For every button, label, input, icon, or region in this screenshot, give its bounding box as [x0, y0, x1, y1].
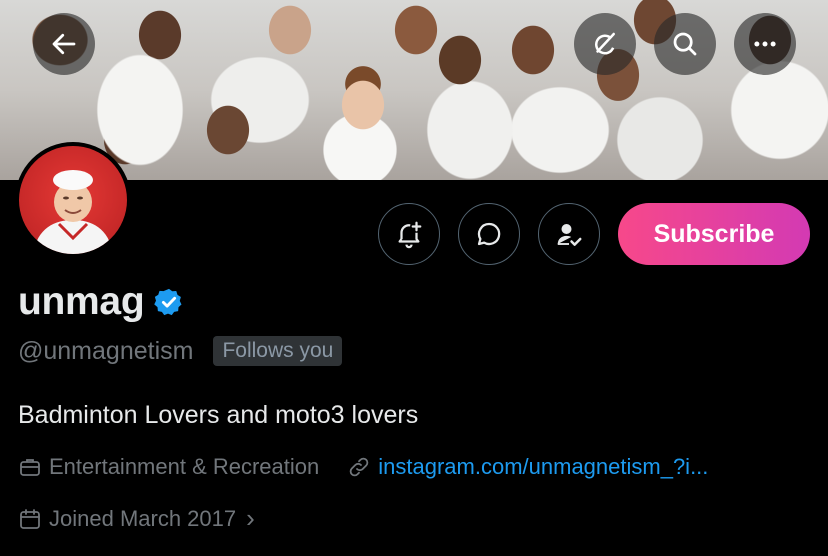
profile-handle: @unmagnetism — [18, 336, 194, 365]
subscribe-label: Subscribe — [653, 219, 775, 248]
handle-row: @unmagnetism Follows you — [18, 336, 343, 366]
back-button[interactable] — [33, 13, 95, 75]
message-button[interactable] — [458, 203, 520, 265]
following-button[interactable] — [538, 203, 600, 265]
message-bubble-icon — [477, 222, 501, 246]
profile-bio: Badminton Lovers and moto3 lovers — [18, 401, 419, 429]
briefcase-icon — [20, 459, 40, 476]
calendar-icon — [20, 508, 40, 529]
profile-meta-row: Entertainment & Recreation instagram.com… — [18, 454, 708, 480]
avatar-image — [19, 146, 127, 254]
grok-icon — [595, 32, 615, 55]
profile-link[interactable]: instagram.com/unmagnetism_?i... — [378, 454, 708, 480]
joined-row[interactable]: Joined March 2017 › — [18, 503, 255, 534]
category-item: Entertainment & Recreation — [18, 454, 319, 480]
search-button[interactable] — [654, 13, 716, 75]
more-icon — [754, 41, 776, 47]
follows-you-badge: Follows you — [213, 336, 343, 366]
chevron-right-icon: › — [246, 503, 255, 533]
link-item[interactable]: instagram.com/unmagnetism_?i... — [347, 454, 708, 480]
profile-category: Entertainment & Recreation — [49, 454, 320, 479]
search-icon — [673, 32, 697, 56]
link-icon — [350, 457, 369, 477]
joined-date: Joined March 2017 — [49, 505, 237, 531]
verified-badge-icon[interactable] — [154, 287, 184, 317]
person-check-icon — [557, 224, 582, 246]
bell-plus-icon — [398, 221, 422, 249]
notify-button[interactable] — [378, 203, 440, 265]
grok-button[interactable] — [574, 13, 636, 75]
profile-name: unmag — [18, 280, 145, 323]
more-button[interactable] — [734, 13, 796, 75]
arrow-left-icon — [52, 33, 76, 55]
profile-name-row: unmag — [18, 280, 184, 324]
subscribe-button[interactable]: Subscribe — [618, 203, 810, 265]
avatar[interactable] — [15, 142, 131, 258]
